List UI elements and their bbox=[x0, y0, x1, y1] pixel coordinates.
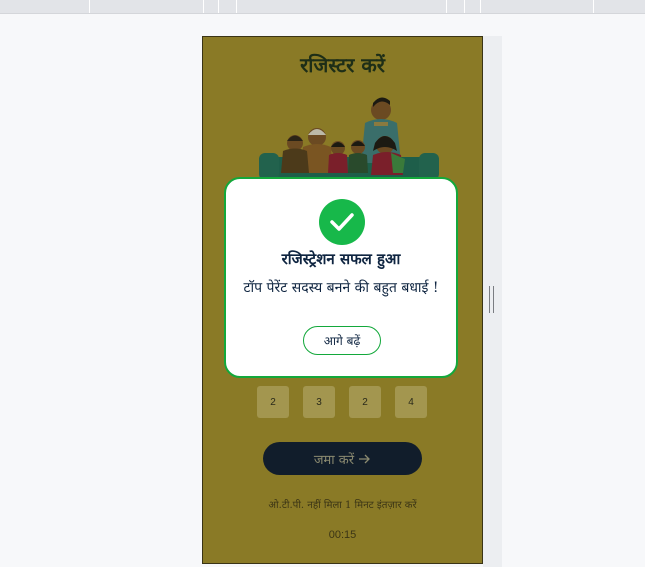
next-button[interactable]: आगे बढ़ें bbox=[303, 326, 381, 355]
page-title: रजिस्टर करें bbox=[300, 53, 385, 77]
countdown-timer: 00:15 bbox=[328, 529, 357, 541]
success-dialog: रजिस्ट्रेशन सफल हुआ टॉप पेरेंट सदस्य बनन… bbox=[224, 177, 458, 378]
toolbar-segment[interactable] bbox=[465, 0, 481, 13]
toolbar-segment[interactable] bbox=[481, 0, 594, 13]
toolbar-segment[interactable] bbox=[447, 0, 465, 13]
dialog-title: रजिस्ट्रेशन सफल हुआ bbox=[281, 250, 401, 268]
otp-digit-box[interactable]: 4 bbox=[395, 386, 427, 418]
resize-handle[interactable] bbox=[489, 286, 495, 313]
toolbar-segment[interactable] bbox=[90, 0, 204, 13]
toolbar-segment[interactable] bbox=[237, 0, 447, 13]
toolbar-segment[interactable] bbox=[204, 0, 219, 13]
toolbar-segment[interactable] bbox=[594, 0, 645, 13]
toolbar-segment[interactable] bbox=[0, 0, 90, 13]
submit-button[interactable]: जमा करें bbox=[263, 442, 422, 475]
otp-digit-box[interactable]: 2 bbox=[349, 386, 381, 418]
family-illustration bbox=[259, 97, 439, 180]
toolbar-divider bbox=[0, 13, 645, 14]
dialog-message: टॉप पेरेंट सदस्य बनने की बहुत बधाई ! bbox=[243, 280, 439, 296]
otp-resend-message: ओ.टी.पी. नहीं मिला 1 मिनट इंतज़ार करें bbox=[268, 500, 417, 511]
otp-digit-box[interactable]: 2 bbox=[257, 386, 289, 418]
otp-digit-box[interactable]: 3 bbox=[303, 386, 335, 418]
check-icon bbox=[319, 199, 365, 245]
arrow-right-icon bbox=[359, 454, 371, 463]
toolbar-segment[interactable] bbox=[219, 0, 237, 13]
top-toolbar bbox=[0, 0, 645, 14]
submit-button-label: जमा करें bbox=[313, 452, 355, 468]
